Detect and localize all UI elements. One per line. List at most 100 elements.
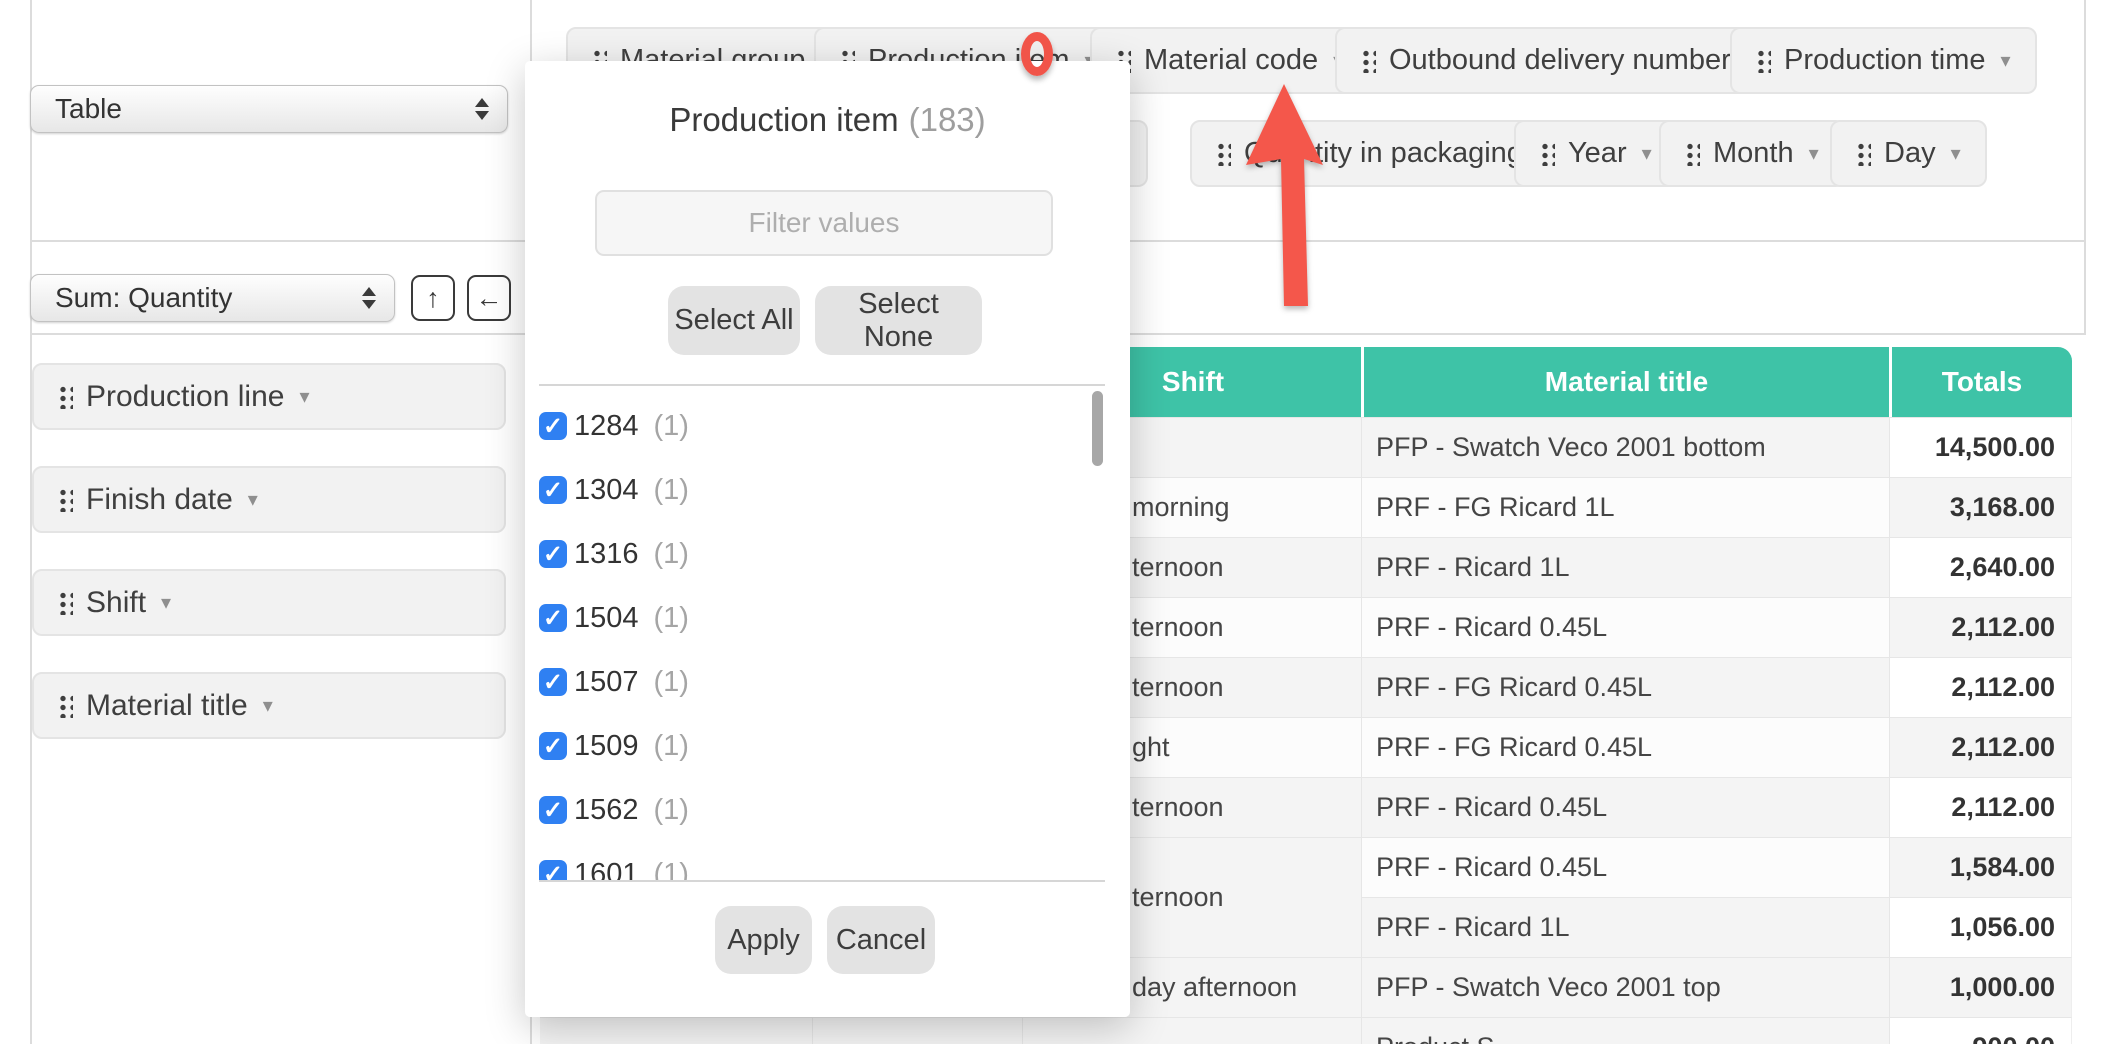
select-none-button[interactable]: Select None — [815, 286, 982, 355]
totals-cell: 2,112.00 — [1889, 777, 2072, 837]
drag-handle-icon — [1216, 142, 1231, 166]
filter-value-item[interactable]: ✓1316 (1) — [539, 522, 1105, 586]
filter-values-input[interactable] — [595, 190, 1053, 256]
checked-checkbox-icon[interactable]: ✓ — [539, 540, 567, 568]
chevron-down-icon[interactable]: ▾ — [1642, 141, 1652, 166]
drag-handle-icon — [1685, 142, 1700, 166]
shift-cell — [1022, 1017, 1361, 1044]
filter-value-count: (1) — [654, 602, 689, 635]
totals-cell: 2,112.00 — [1889, 657, 2072, 717]
filter-value-label: 1507 — [574, 666, 639, 699]
material-title-cell: Product S — [1361, 1017, 1889, 1044]
chevron-down-icon[interactable]: ▾ — [1809, 141, 1819, 166]
drag-handle-icon — [1756, 49, 1771, 73]
filter-value-count: (1) — [654, 410, 689, 443]
left-arrow-icon: ← — [476, 283, 503, 314]
drag-handle-icon — [1361, 49, 1376, 73]
filter-value-item[interactable]: ✓1504(1) — [539, 586, 1105, 650]
header-material-title: Material title — [1361, 347, 1889, 417]
totals-cell: 2,640.00 — [1889, 537, 2072, 597]
filter-popup-title: Production item (183) — [525, 101, 1130, 139]
filter-value-item[interactable]: ✓ 1601 (1) — [539, 842, 1105, 882]
finish-date-cell — [812, 1017, 1022, 1044]
filter-values-list: ✓1284(1)✓1304(1)✓1316(1)✓1504(1)✓1507(1)… — [539, 384, 1105, 882]
chevron-down-icon[interactable]: ▾ — [299, 384, 309, 409]
material-title-cell: PRF - Ricard 1L — [1361, 897, 1889, 957]
row-attributes-area: Production line▾Finish date▾Shift▾Materi… — [32, 363, 506, 739]
chevron-down-icon[interactable]: ▾ — [1951, 141, 1961, 166]
checked-checkbox-icon[interactable]: ✓ — [539, 412, 567, 440]
material-title-cell: PRF - FG Ricard 0.45L — [1361, 657, 1889, 717]
row-attribute-chip-material-title[interactable]: Material title▾ — [32, 672, 506, 739]
material-title-cell: PRF - Ricard 0.45L — [1361, 777, 1889, 837]
totals-cell: 3,168.00 — [1889, 477, 2072, 537]
chevron-down-icon[interactable]: ▾ — [263, 693, 273, 718]
filter-value-label: 1601 — [574, 858, 639, 883]
checked-checkbox-icon[interactable]: ✓ — [539, 604, 567, 632]
filter-value-count: (1) — [654, 794, 689, 827]
field-chip-label: Finish date — [86, 483, 233, 517]
chevron-down-icon[interactable]: ▾ — [161, 590, 171, 615]
field-chip-day[interactable]: Day ▾ — [1830, 120, 1987, 187]
drag-handle-icon — [1856, 142, 1871, 166]
material-title-cell: PRF - Ricard 1L — [1361, 537, 1889, 597]
checked-checkbox-icon[interactable]: ✓ — [539, 732, 567, 760]
material-title-cell: PFP - Swatch Veco 2001 bottom — [1361, 417, 1889, 477]
filter-value-label: 1284 — [574, 410, 639, 443]
filter-value-item[interactable]: ✓1562(1) — [539, 778, 1105, 842]
cancel-button[interactable]: Cancel — [827, 906, 935, 974]
material-title-cell: PRF - Ricard 0.45L — [1361, 597, 1889, 657]
pivot-ui-page: Table Sum: Quantity ↑ ← Production line▾… — [0, 0, 2112, 1044]
field-chip-label: Production time — [1784, 44, 1986, 77]
annotation-circle — [1021, 32, 1053, 76]
select-arrows-icon — [475, 98, 489, 120]
filter-value-count: (1) — [654, 858, 689, 883]
filter-value-item[interactable]: ✓1284 (1) — [539, 394, 1105, 458]
totals-cell: 2,112.00 — [1889, 717, 2072, 777]
field-chip-year[interactable]: Year▾ — [1514, 120, 1678, 187]
filter-value-count: (1) — [654, 730, 689, 763]
field-chip-outbound-delivery-number[interactable]: Outbound delivery number▾ — [1335, 27, 1782, 94]
filter-value-label: 1509 — [574, 730, 639, 763]
totals-cell: 2,112.00 — [1889, 597, 2072, 657]
filter-value-label: 1316 — [574, 538, 639, 571]
checked-checkbox-icon[interactable]: ✓ — [539, 796, 567, 824]
table-row: Product S900.00 — [540, 1017, 2072, 1044]
field-chip-label: Outbound delivery number — [1389, 44, 1731, 77]
row-attribute-chip-production-line[interactable]: Production line▾ — [32, 363, 506, 430]
drag-handle-icon — [1540, 142, 1555, 166]
filter-value-count: (1) — [654, 538, 689, 571]
row-attribute-chip-finish-date[interactable]: Finish date ▾ — [32, 466, 506, 533]
field-chip-month[interactable]: Month▾ — [1659, 120, 1845, 187]
filter-value-item[interactable]: ✓1304(1) — [539, 458, 1105, 522]
filter-value-item[interactable]: ✓1509 (1) — [539, 714, 1105, 778]
up-arrow-icon: ↑ — [426, 283, 440, 314]
drag-handle-icon — [58, 385, 73, 409]
filter-popup-count: (183) — [909, 101, 986, 138]
totals-cell: 900.00 — [1889, 1017, 2072, 1044]
filter-value-count: (1) — [654, 474, 689, 507]
chevron-down-icon[interactable]: ▾ — [248, 487, 258, 512]
material-title-cell: PRF - FG Ricard 1L — [1361, 477, 1889, 537]
renderer-select[interactable]: Table — [30, 85, 508, 133]
material-title-cell: PRF - Ricard 0.45L — [1361, 837, 1889, 897]
aggregator-move-left-button[interactable]: ← — [467, 275, 511, 321]
row-attribute-chip-shift[interactable]: Shift▾ — [32, 569, 506, 636]
scrollbar-thumb[interactable] — [1092, 391, 1103, 466]
select-all-button[interactable]: Select All — [668, 286, 800, 355]
checked-checkbox-icon[interactable]: ✓ — [539, 860, 567, 882]
aggregator-select[interactable]: Sum: Quantity — [30, 274, 395, 322]
field-chip-label: Day — [1884, 137, 1936, 170]
apply-button[interactable]: Apply — [715, 906, 812, 974]
chevron-down-icon[interactable]: ▾ — [2001, 48, 2011, 73]
filter-popup: Production item (183) Select All Select N… — [525, 61, 1130, 1017]
select-arrows-icon — [362, 287, 376, 309]
filter-popup-title-text: Production item — [669, 101, 898, 138]
filter-value-item[interactable]: ✓1507(1) — [539, 650, 1105, 714]
checked-checkbox-icon[interactable]: ✓ — [539, 668, 567, 696]
drag-handle-icon — [58, 694, 73, 718]
checked-checkbox-icon[interactable]: ✓ — [539, 476, 567, 504]
aggregator-move-up-button[interactable]: ↑ — [411, 275, 455, 321]
field-chip-production-time[interactable]: Production time ▾ — [1730, 27, 2037, 94]
totals-cell: 14,500.00 — [1889, 417, 2072, 477]
